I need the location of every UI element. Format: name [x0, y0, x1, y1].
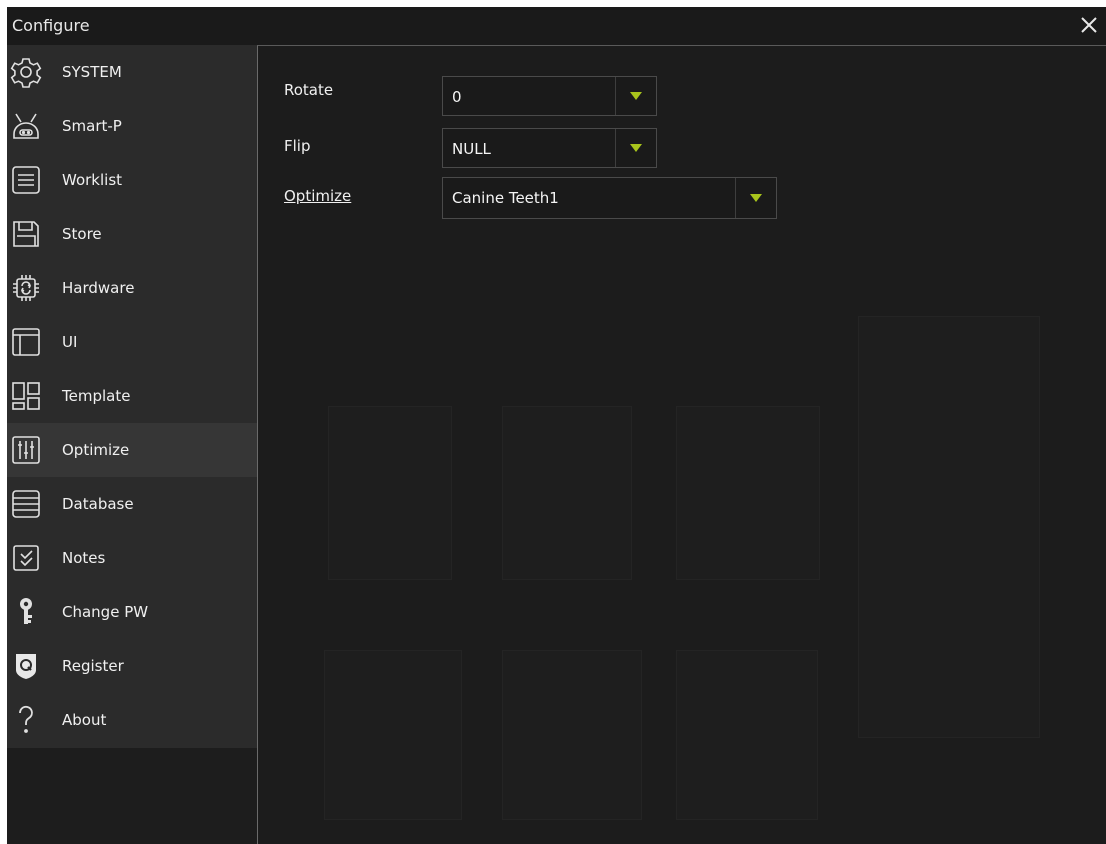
close-icon — [1081, 17, 1097, 33]
sidebar-item-store[interactable]: Store — [7, 207, 257, 261]
sidebar-item-system[interactable]: SYSTEM — [7, 45, 257, 99]
sliders-icon — [8, 432, 44, 468]
sidebar-item-label: Smart-P — [62, 117, 122, 135]
background-thumbnail — [676, 406, 820, 580]
list-icon — [8, 162, 44, 198]
sidebar-item-label: SYSTEM — [62, 63, 122, 81]
rotate-select[interactable]: 0 — [442, 76, 657, 116]
optimize-dropdown-button[interactable] — [735, 178, 776, 218]
database-icon — [8, 486, 44, 522]
sidebar-item-label: Template — [62, 387, 131, 405]
optimize-value: Canine Teeth1 — [452, 189, 559, 207]
sidebar-item-optimize[interactable]: Optimize — [7, 423, 257, 477]
background-thumbnail — [324, 650, 462, 820]
background-thumbnail — [676, 650, 818, 820]
background-thumbnail — [502, 406, 632, 580]
flip-label: Flip — [284, 137, 311, 155]
sidebar-item-register[interactable]: Register — [7, 639, 257, 693]
gear-icon — [8, 54, 44, 90]
sidebar-item-label: Store — [62, 225, 102, 243]
rotate-row: Rotate — [284, 74, 440, 106]
sidebar-item-label: Notes — [62, 549, 106, 567]
sidebar-item-label: Optimize — [62, 441, 130, 459]
flip-row: Flip — [284, 130, 440, 162]
sidebar-item-label: About — [62, 711, 107, 729]
sidebar: SYSTEM Smart-P Worklist Store Hardware U… — [7, 45, 257, 748]
robot-icon — [8, 108, 44, 144]
dropdown-arrow-icon — [750, 194, 762, 202]
dropdown-arrow-icon — [630, 92, 642, 100]
sidebar-item-label: Register — [62, 657, 124, 675]
template-grid-icon — [8, 378, 44, 414]
rotate-dropdown-button[interactable] — [615, 77, 656, 115]
configure-window: Configure SYSTEM Smart-P Worklist Store … — [7, 7, 1106, 844]
chip-icon — [8, 270, 44, 306]
optimize-row: Optimize — [284, 180, 440, 212]
sidebar-footer — [7, 748, 257, 844]
sidebar-item-label: Hardware — [62, 279, 135, 297]
background-thumbnail — [328, 406, 452, 580]
sidebar-item-ui[interactable]: UI — [7, 315, 257, 369]
title-bar: Configure — [7, 7, 1106, 45]
layout-icon — [8, 324, 44, 360]
key-icon — [8, 594, 44, 630]
close-button[interactable] — [1074, 10, 1104, 40]
sidebar-item-notes[interactable]: Notes — [7, 531, 257, 585]
sidebar-item-label: Change PW — [62, 603, 149, 621]
sidebar-item-label: Worklist — [62, 171, 123, 189]
sidebar-item-label: UI — [62, 333, 78, 351]
floppy-disk-icon — [8, 216, 44, 252]
flip-value: NULL — [452, 140, 491, 158]
sidebar-item-worklist[interactable]: Worklist — [7, 153, 257, 207]
sidebar-item-database[interactable]: Database — [7, 477, 257, 531]
dropdown-arrow-icon — [630, 144, 642, 152]
rotate-value: 0 — [452, 88, 462, 106]
flip-dropdown-button[interactable] — [615, 129, 656, 167]
rotate-label: Rotate — [284, 81, 334, 99]
background-thumbnail — [502, 650, 642, 820]
optimize-panel: Rotate 0 Flip NULL Optimize Canine Teeth… — [257, 45, 1106, 844]
shield-q-icon — [8, 648, 44, 684]
sidebar-item-change-pw[interactable]: Change PW — [7, 585, 257, 639]
sidebar-item-about[interactable]: About — [7, 693, 257, 747]
sidebar-item-smart-p[interactable]: Smart-P — [7, 99, 257, 153]
flip-select[interactable]: NULL — [442, 128, 657, 168]
sidebar-item-hardware[interactable]: Hardware — [7, 261, 257, 315]
optimize-link[interactable]: Optimize — [284, 187, 440, 205]
notes-check-icon — [8, 540, 44, 576]
background-thumbnail — [858, 316, 1040, 738]
question-mark-icon — [8, 702, 44, 738]
sidebar-item-label: Database — [62, 495, 134, 513]
sidebar-item-template[interactable]: Template — [7, 369, 257, 423]
optimize-select[interactable]: Canine Teeth1 — [442, 177, 777, 219]
window-title: Configure — [12, 16, 90, 35]
